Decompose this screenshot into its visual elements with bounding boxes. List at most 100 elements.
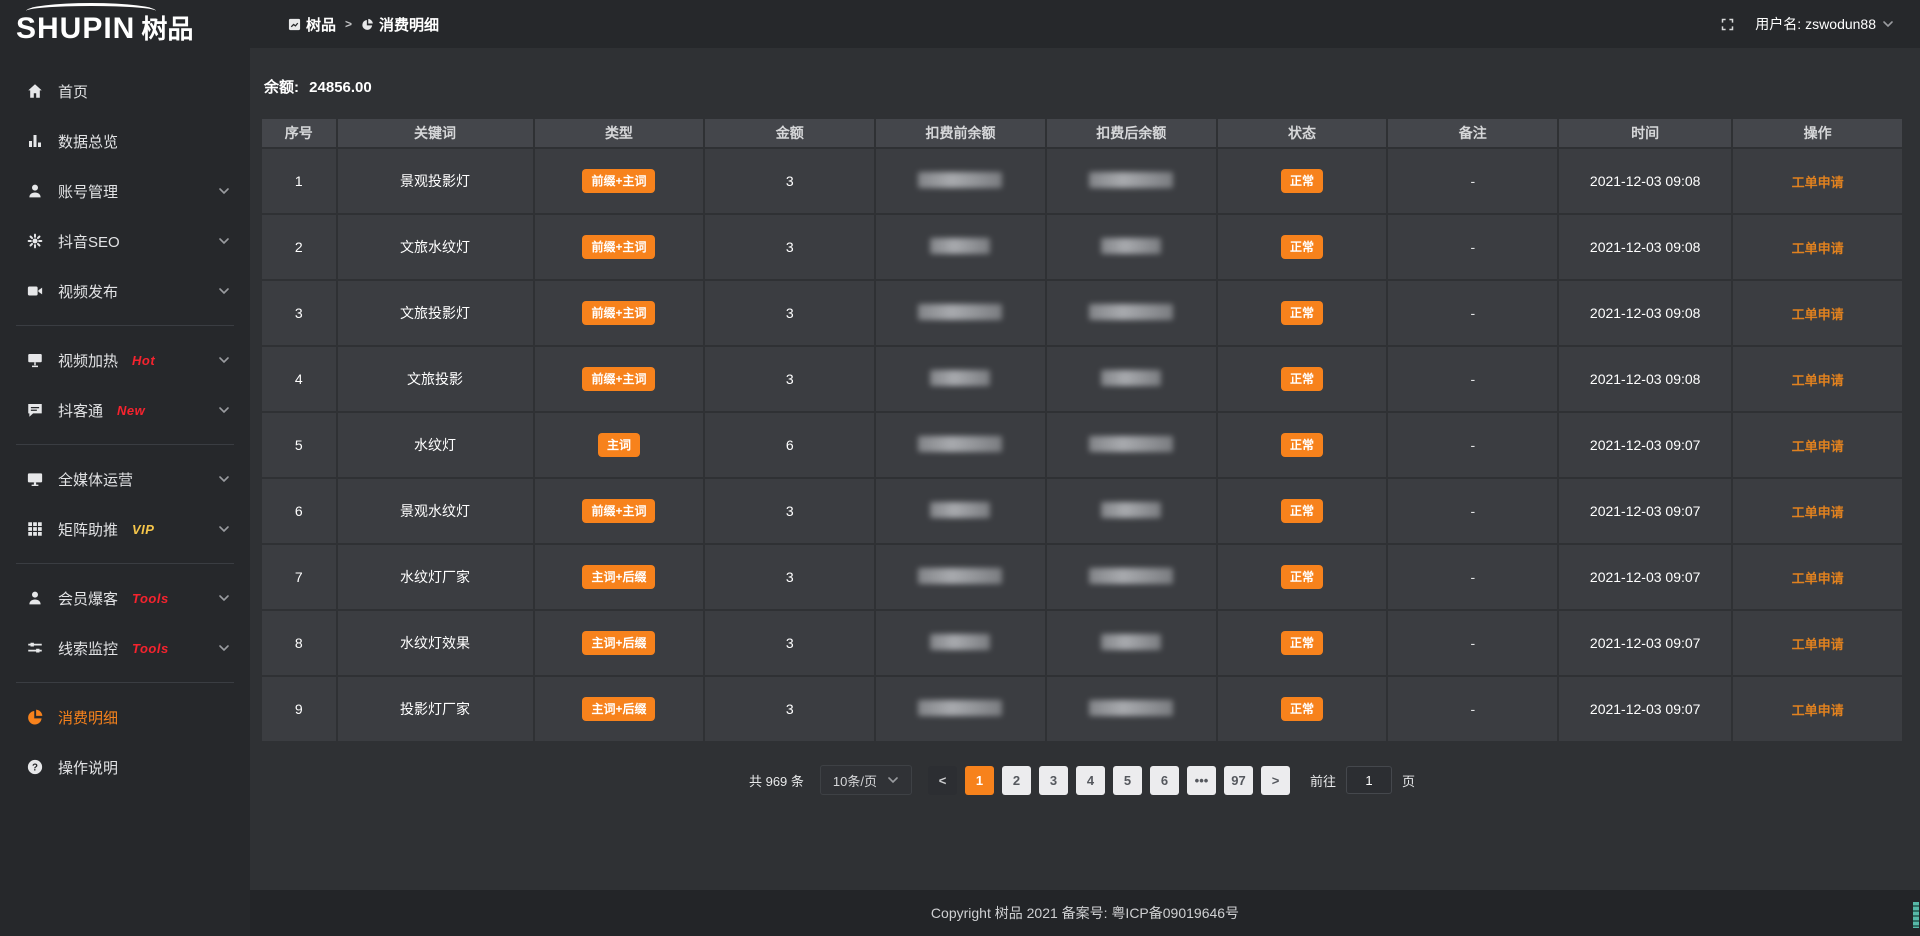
sidebar-item-label: 数据总览 [58, 131, 118, 152]
cell-index: 9 [261, 676, 337, 742]
cell-status: 正常 [1217, 214, 1388, 280]
next-page-button[interactable]: > [1261, 766, 1290, 795]
prev-page-button[interactable]: < [928, 766, 957, 795]
cell-type: 前缀+主词 [534, 280, 705, 346]
breadcrumb-separator: > [345, 17, 352, 31]
cell-action: 工单申请 [1732, 346, 1903, 412]
cell-balance-after [1046, 346, 1217, 412]
cell-time: 2021-12-03 09:07 [1558, 544, 1732, 610]
cell-balance-after [1046, 478, 1217, 544]
page-button-1[interactable]: 1 [965, 766, 994, 795]
sidebar-item-video-publish[interactable]: 视频发布 [0, 266, 250, 316]
redacted-value [1089, 700, 1173, 716]
sidebar-item-instructions[interactable]: ? 操作说明 [0, 742, 250, 792]
page-button-6[interactable]: 6 [1150, 766, 1179, 795]
page-size-value: 10条/页 [833, 771, 877, 790]
redacted-value [1101, 238, 1161, 254]
goto-page-input[interactable] [1346, 766, 1392, 794]
page-button-5[interactable]: 5 [1113, 766, 1142, 795]
cell-amount: 3 [704, 544, 875, 610]
table-header: 序号 关键词 类型 金额 扣费前余额 扣费后余额 状态 备注 时间 操作 [261, 118, 1903, 148]
ticket-apply-link[interactable]: 工单申请 [1792, 307, 1844, 322]
cell-balance-after [1046, 280, 1217, 346]
cell-remark: - [1387, 412, 1558, 478]
chevron-down-icon [887, 774, 899, 786]
cell-balance-before [875, 610, 1046, 676]
sidebar-item-home[interactable]: 首页 [0, 66, 250, 116]
page-button-3[interactable]: 3 [1039, 766, 1068, 795]
redacted-value [930, 502, 990, 518]
sidebar-item-consumption-detail[interactable]: 消费明细 [0, 692, 250, 742]
balance-value: 24856.00 [309, 79, 372, 96]
pagination: 共 969 条 10条/页 < 1 2 3 4 5 6 ••• 97 > 前往 … [260, 765, 1904, 795]
fullscreen-icon[interactable] [1720, 17, 1735, 32]
cell-balance-after [1046, 544, 1217, 610]
chevron-down-icon [218, 354, 230, 366]
sidebar-item-douketong[interactable]: 抖客通 New [0, 385, 250, 435]
page-button-4[interactable]: 4 [1076, 766, 1105, 795]
cell-remark: - [1387, 478, 1558, 544]
redacted-value [918, 568, 1002, 584]
cell-balance-after [1046, 148, 1217, 214]
cell-amount: 3 [704, 676, 875, 742]
cell-time: 2021-12-03 09:08 [1558, 280, 1732, 346]
page-size-select[interactable]: 10条/页 [820, 765, 912, 795]
redacted-value [1089, 436, 1173, 452]
ticket-apply-link[interactable]: 工单申请 [1792, 175, 1844, 190]
topbar: 树品 > 消费明细 用户名: zswodun88 [250, 0, 1920, 48]
table-row: 6 景观水纹灯 前缀+主词 3 正常 - 2021-12-03 09:07 工单… [261, 478, 1903, 544]
sidebar-item-label: 全媒体运营 [58, 469, 133, 490]
monitor-icon [26, 470, 44, 488]
type-badge: 前缀+主词 [582, 301, 655, 325]
cell-balance-after [1046, 676, 1217, 742]
cell-status: 正常 [1217, 280, 1388, 346]
ticket-apply-link[interactable]: 工单申请 [1792, 505, 1844, 520]
redacted-value [1089, 172, 1173, 188]
cell-balance-before [875, 346, 1046, 412]
sidebar-item-clue-monitor[interactable]: 线索监控 Tools [0, 623, 250, 673]
cell-time: 2021-12-03 09:07 [1558, 610, 1732, 676]
ticket-apply-link[interactable]: 工单申请 [1792, 241, 1844, 256]
ticket-apply-link[interactable]: 工单申请 [1792, 703, 1844, 718]
cell-keyword: 水纹灯厂家 [337, 544, 534, 610]
status-badge: 正常 [1281, 565, 1323, 589]
sidebar-item-douyin-seo[interactable]: 抖音SEO [0, 216, 250, 266]
col-time: 时间 [1558, 118, 1732, 148]
breadcrumb-item-current[interactable]: 消费明细 [361, 14, 439, 35]
sidebar-item-label: 消费明细 [58, 707, 118, 728]
type-badge: 前缀+主词 [582, 235, 655, 259]
ticket-apply-link[interactable]: 工单申请 [1792, 373, 1844, 388]
redacted-value [918, 700, 1002, 716]
ticket-apply-link[interactable]: 工单申请 [1792, 571, 1844, 586]
sidebar-item-omnimedia[interactable]: 全媒体运营 [0, 454, 250, 504]
cell-keyword: 投影灯厂家 [337, 676, 534, 742]
sidebar-item-matrix-boost[interactable]: 矩阵助推 VIP [0, 504, 250, 554]
balance-row: 余额: 24856.00 [264, 76, 1904, 97]
status-badge: 正常 [1281, 499, 1323, 523]
sidebar-item-data-overview[interactable]: 数据总览 [0, 116, 250, 166]
table-row: 1 景观投影灯 前缀+主词 3 正常 - 2021-12-03 09:08 工单… [261, 148, 1903, 214]
page-button-2[interactable]: 2 [1002, 766, 1031, 795]
bar-chart-icon [26, 132, 44, 150]
cell-type: 前缀+主词 [534, 148, 705, 214]
ticket-apply-link[interactable]: 工单申请 [1792, 637, 1844, 652]
sidebar-item-video-heat[interactable]: 视频加热 Hot [0, 335, 250, 385]
page-ellipsis-button[interactable]: ••• [1187, 766, 1216, 795]
page-button-97[interactable]: 97 [1224, 766, 1253, 795]
breadcrumb-item-home[interactable]: 树品 [288, 14, 336, 35]
cell-keyword: 水纹灯 [337, 412, 534, 478]
sidebar-item-member-burst[interactable]: 会员爆客 Tools [0, 573, 250, 623]
user-menu[interactable]: 用户名: zswodun88 [1755, 14, 1894, 34]
cell-status: 正常 [1217, 676, 1388, 742]
sidebar-item-account-manage[interactable]: 账号管理 [0, 166, 250, 216]
svg-text:?: ? [32, 762, 38, 773]
cell-balance-before [875, 148, 1046, 214]
cell-action: 工单申请 [1732, 478, 1903, 544]
ticket-apply-link[interactable]: 工单申请 [1792, 439, 1844, 454]
cell-keyword: 水纹灯效果 [337, 610, 534, 676]
type-badge: 主词 [598, 433, 640, 457]
sidebar-divider [16, 325, 234, 326]
logo-text-cn: 树品 [141, 16, 193, 42]
page: SHUPIN 树品 首页 数据总览 账号管理 抖音SEO [0, 0, 1920, 936]
scrollbar-nub[interactable] [1913, 902, 1919, 928]
